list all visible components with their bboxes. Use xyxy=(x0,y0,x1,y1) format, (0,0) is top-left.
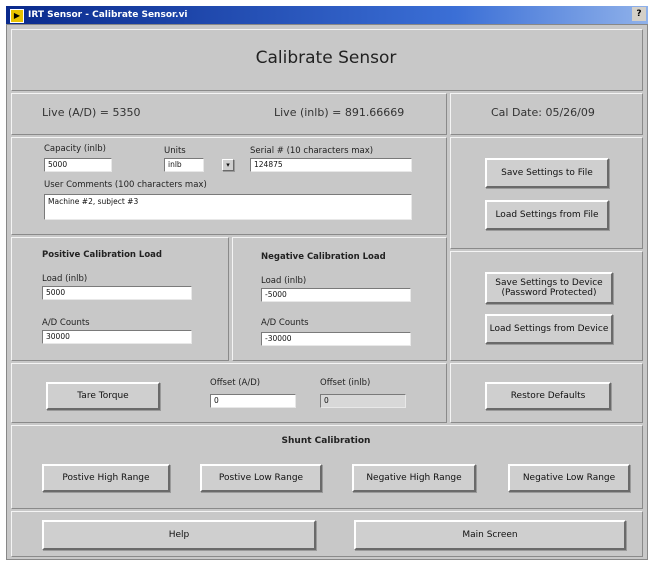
units-label: Units xyxy=(164,146,186,156)
negative-counts-label: A/D Counts xyxy=(261,318,309,328)
calibrate-window: Calibrate Sensor Live (A/D) = 5350 Live … xyxy=(6,24,648,560)
positive-load-title: Positive Calibration Load xyxy=(42,250,163,260)
labview-app-icon: ▶ xyxy=(10,9,24,23)
offset-ad-label: Offset (A/D) xyxy=(210,378,261,388)
help-button[interactable]: Help xyxy=(42,520,316,550)
positive-load-panel: Positive Calibration Load Load (inlb) 50… xyxy=(11,237,229,361)
restore-defaults-button[interactable]: Restore Defaults xyxy=(485,382,611,410)
positive-high-range-button[interactable]: Postive High Range xyxy=(42,464,170,492)
capacity-label: Capacity (inlb) xyxy=(44,144,106,154)
positive-low-range-button[interactable]: Postive Low Range xyxy=(200,464,322,492)
bottom-panel: Help Main Screen xyxy=(11,511,643,557)
comments-label: User Comments (100 characters max) xyxy=(44,180,207,190)
settings-panel: Capacity (inlb) 5000 Units inlb ▾ Serial… xyxy=(11,137,447,235)
file-settings-panel: Save Settings to File Load Settings from… xyxy=(450,137,643,249)
shunt-panel: Shunt Calibration Postive High Range Pos… xyxy=(11,425,643,509)
positive-load-label: Load (inlb) xyxy=(42,274,88,284)
capacity-field[interactable]: 5000 xyxy=(44,158,112,172)
device-settings-panel: Save Settings to Device (Password Protec… xyxy=(450,251,643,361)
load-settings-file-button[interactable]: Load Settings from File xyxy=(485,200,609,230)
live-inlb-readout: Live (inlb) = 891.66669 xyxy=(274,106,405,119)
cal-date: Cal Date: 05/26/09 xyxy=(491,106,595,119)
live-ad-readout: Live (A/D) = 5350 xyxy=(42,106,141,119)
close-window-icon[interactable]: ? xyxy=(632,7,646,21)
positive-load-field[interactable]: 5000 xyxy=(42,286,192,300)
serial-field[interactable]: 124875 xyxy=(250,158,412,172)
offset-inlb-label: Offset (inlb) xyxy=(320,378,371,388)
restore-panel: Restore Defaults xyxy=(450,363,643,423)
save-settings-file-button[interactable]: Save Settings to File xyxy=(485,158,609,188)
units-field[interactable]: inlb xyxy=(164,158,204,172)
page-title: Calibrate Sensor xyxy=(255,48,397,68)
negative-load-field[interactable]: -5000 xyxy=(261,288,411,302)
window-titlebar: ▶ IRT Sensor - Calibrate Sensor.vi ? xyxy=(6,6,648,24)
positive-counts-field[interactable]: 30000 xyxy=(42,330,192,344)
negative-load-title: Negative Calibration Load xyxy=(261,252,386,262)
cal-date-panel: Cal Date: 05/26/09 xyxy=(450,93,643,135)
live-readout-panel: Live (A/D) = 5350 Live (inlb) = 891.6666… xyxy=(11,93,447,135)
negative-high-range-button[interactable]: Negative High Range xyxy=(352,464,476,492)
window-title: IRT Sensor - Calibrate Sensor.vi xyxy=(28,10,188,20)
tare-torque-button[interactable]: Tare Torque xyxy=(46,382,160,410)
offset-inlb-field: 0 xyxy=(320,394,406,408)
save-settings-device-button[interactable]: Save Settings to Device (Password Protec… xyxy=(485,272,613,304)
negative-low-range-button[interactable]: Negative Low Range xyxy=(508,464,630,492)
main-screen-button[interactable]: Main Screen xyxy=(354,520,626,550)
serial-label: Serial # (10 characters max) xyxy=(250,146,374,156)
shunt-title: Shunt Calibration xyxy=(281,436,371,446)
tare-panel: Tare Torque Offset (A/D) 0 Offset (inlb)… xyxy=(11,363,447,423)
negative-load-panel: Negative Calibration Load Load (inlb) -5… xyxy=(232,237,447,361)
positive-counts-label: A/D Counts xyxy=(42,318,90,328)
negative-counts-field[interactable]: -30000 xyxy=(261,332,411,346)
header-panel: Calibrate Sensor xyxy=(11,29,643,91)
offset-ad-field[interactable]: 0 xyxy=(210,394,296,408)
comments-field[interactable]: Machine #2, subject #3 xyxy=(44,194,412,220)
negative-load-label: Load (inlb) xyxy=(261,276,307,286)
load-settings-device-button[interactable]: Load Settings from Device xyxy=(485,314,613,344)
units-dropdown-icon[interactable]: ▾ xyxy=(222,159,234,171)
